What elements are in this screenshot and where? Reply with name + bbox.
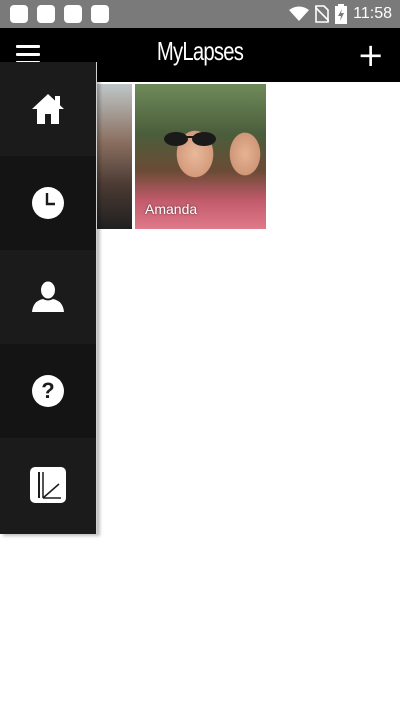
clock-icon xyxy=(32,187,64,219)
drawer-item-app-logo[interactable] xyxy=(0,438,96,532)
status-bar: 11:58 xyxy=(0,0,400,28)
home-icon xyxy=(32,94,64,124)
notification-icon xyxy=(10,5,28,23)
notification-icon xyxy=(37,5,55,23)
lapse-name: Amanda xyxy=(145,201,198,217)
navigation-drawer: ? xyxy=(0,62,97,534)
no-sim-icon xyxy=(315,5,330,23)
wifi-icon xyxy=(289,6,310,21)
add-button[interactable]: + xyxy=(357,39,384,71)
clock-time: 11:58 xyxy=(353,5,392,22)
drawer-item-profile[interactable] xyxy=(0,250,96,344)
battery-charging-icon xyxy=(335,4,348,24)
drawer-item-help[interactable]: ? xyxy=(0,344,96,438)
svg-text:?: ? xyxy=(41,378,54,403)
drawer-item-home[interactable] xyxy=(0,62,96,156)
lapse-thumbnail[interactable] xyxy=(96,84,132,229)
help-icon: ? xyxy=(32,375,64,407)
notification-icon xyxy=(91,5,109,23)
app-logo-icon xyxy=(30,467,66,503)
photo-image xyxy=(164,132,216,146)
notification-icon xyxy=(64,5,82,23)
drawer-item-history[interactable] xyxy=(0,156,96,250)
lapse-thumbnail[interactable]: Amanda xyxy=(135,84,266,229)
profile-icon xyxy=(32,281,64,312)
